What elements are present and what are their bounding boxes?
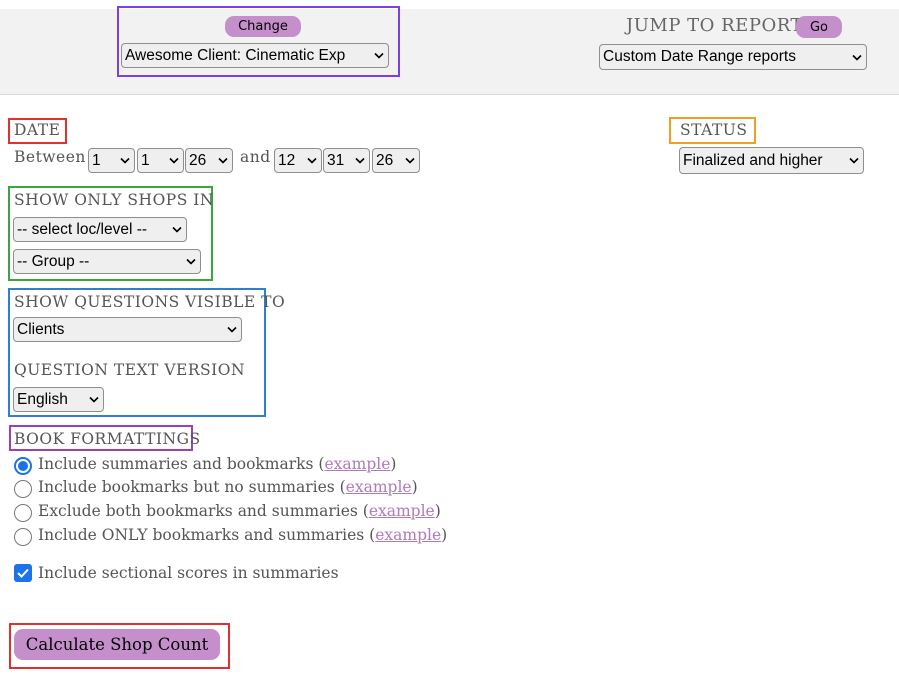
book-option-bookmarks-no-summaries[interactable]: Include bookmarks but no summaries (exam… — [14, 475, 418, 498]
start-month-select[interactable]: 1 — [88, 148, 135, 173]
option-label: Include summaries and bookmarks — [38, 454, 314, 473]
shops-filter-label: SHOW ONLY SHOPS IN — [14, 191, 214, 209]
example-link[interactable]: example — [324, 455, 390, 473]
jump-to-report-label: JUMP TO REPORT — [626, 15, 803, 36]
radio-selected[interactable] — [14, 457, 32, 475]
end-day-value: 31 — [327, 151, 345, 169]
chevron-down-icon — [186, 257, 196, 267]
loc-level-value: -- select loc/level -- — [17, 220, 148, 238]
text-version-select[interactable]: English — [13, 387, 104, 412]
change-button[interactable]: Change — [225, 16, 301, 37]
option-label: Exclude both bookmarks and summaries — [38, 501, 358, 520]
date-label: DATE — [14, 121, 61, 139]
chevron-down-icon — [218, 156, 228, 166]
questions-visible-label: SHOW QUESTIONS VISIBLE TO — [14, 293, 286, 311]
chevron-down-icon — [405, 156, 415, 166]
start-month-value: 1 — [92, 151, 101, 169]
report-select[interactable]: Custom Date Range reports — [599, 44, 867, 70]
book-option-summaries-bookmarks[interactable]: Include summaries and bookmarks (example… — [14, 452, 396, 475]
chevron-down-icon — [89, 395, 99, 405]
radio-unselected[interactable] — [14, 528, 32, 546]
chevron-down-icon — [227, 325, 237, 335]
status-select-value: Finalized and higher — [683, 151, 823, 169]
example-link[interactable]: example — [369, 502, 435, 520]
chevron-down-icon — [307, 156, 317, 166]
go-button[interactable]: Go — [796, 16, 842, 38]
start-year-value: 26 — [189, 151, 207, 169]
group-select[interactable]: -- Group -- — [13, 249, 201, 274]
radio-unselected[interactable] — [14, 504, 32, 522]
client-select[interactable]: Awesome Client: Cinematic Exp — [121, 43, 389, 68]
radio-unselected[interactable] — [14, 480, 32, 498]
chevron-down-icon — [355, 156, 365, 166]
end-year-value: 26 — [376, 151, 394, 169]
report-select-value: Custom Date Range reports — [603, 48, 796, 65]
sectional-scores-option[interactable]: Include sectional scores in summaries — [14, 564, 339, 582]
book-option-exclude-both[interactable]: Exclude both bookmarks and summaries (ex… — [14, 499, 441, 522]
start-day-value: 1 — [141, 151, 150, 169]
chevron-down-icon — [172, 225, 182, 235]
start-year-select[interactable]: 26 — [185, 148, 233, 173]
chevron-down-icon — [852, 52, 862, 62]
check-icon — [17, 568, 29, 578]
example-link[interactable]: example — [346, 478, 412, 496]
text-version-value: English — [17, 390, 68, 408]
example-link[interactable]: example — [375, 526, 441, 544]
option-label: Include bookmarks but no summaries — [38, 477, 335, 496]
client-select-value: Awesome Client: Cinematic Exp — [125, 46, 346, 64]
chevron-down-icon — [169, 156, 179, 166]
book-formattings-label: BOOK FORMATTINGS — [14, 430, 201, 448]
visible-to-select[interactable]: Clients — [13, 317, 242, 342]
end-month-select[interactable]: 12 — [274, 148, 322, 173]
loc-level-select[interactable]: -- select loc/level -- — [13, 217, 187, 242]
chevron-down-icon — [849, 156, 859, 166]
between-label: Between — [14, 148, 86, 166]
end-day-select[interactable]: 31 — [323, 148, 370, 173]
sectional-scores-label: Include sectional scores in summaries — [38, 564, 339, 582]
status-label: STATUS — [680, 121, 748, 139]
sectional-scores-checkbox[interactable] — [14, 564, 32, 582]
end-year-select[interactable]: 26 — [372, 148, 420, 173]
chevron-down-icon — [374, 51, 384, 61]
status-select[interactable]: Finalized and higher — [679, 147, 864, 174]
calculate-shop-count-button[interactable]: Calculate Shop Count — [14, 629, 220, 660]
chevron-down-icon — [120, 156, 130, 166]
option-label: Include ONLY bookmarks and summaries — [38, 525, 365, 544]
text-version-label: QUESTION TEXT VERSION — [14, 361, 246, 379]
and-label: and — [240, 148, 271, 166]
group-value: -- Group -- — [17, 252, 90, 270]
end-month-value: 12 — [278, 151, 296, 169]
visible-to-value: Clients — [17, 320, 65, 338]
book-option-only-bookmarks-summaries[interactable]: Include ONLY bookmarks and summaries (ex… — [14, 523, 447, 546]
start-day-select[interactable]: 1 — [137, 148, 184, 173]
